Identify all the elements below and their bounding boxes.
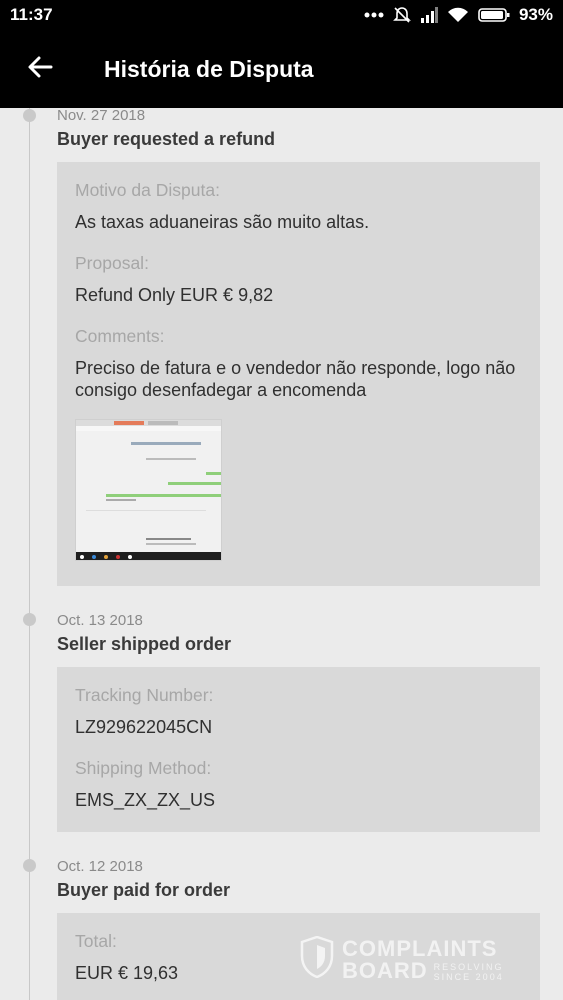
- field-label: Shipping Method:: [75, 758, 212, 778]
- field-value: LZ929622045CN: [75, 717, 213, 737]
- event-date: Nov. 27 2018: [57, 108, 146, 124]
- event-date: Oct. 12 2018: [57, 858, 143, 875]
- back-button[interactable]: [0, 30, 80, 108]
- dispute-history-list[interactable]: Nov. 27 2018 Buyer requested a refund Mo…: [0, 108, 563, 1000]
- event-date: Oct. 13 2018: [57, 612, 143, 629]
- field-label: Proposal:: [75, 253, 149, 273]
- arrow-back-icon: [27, 55, 53, 84]
- attachment-thumbnail[interactable]: [75, 419, 222, 561]
- more-dots-icon: [364, 12, 384, 18]
- field-value: As taxas aduaneiras são muito altas.: [75, 212, 370, 232]
- app-bar: História de Disputa: [0, 30, 563, 108]
- field-value: EMS_ZX_ZX_US: [75, 790, 216, 810]
- battery-icon: [478, 7, 510, 23]
- field-value: Preciso de fatura e o vendedor não respo…: [75, 358, 516, 400]
- event-title: Buyer paid for order: [57, 880, 231, 900]
- screenshot-image-icon: [76, 420, 221, 560]
- mute-bell-icon: [393, 6, 411, 24]
- event-card: Tracking Number: LZ929622045CN Shipping …: [57, 667, 540, 832]
- timeline-dot: [23, 859, 36, 872]
- field-value: Refund Only EUR € 9,82: [75, 285, 274, 305]
- field-label: Motivo da Disputa:: [75, 180, 220, 200]
- status-icons: 93%: [364, 5, 553, 25]
- watermark-tag1: RESOLVING: [433, 961, 504, 972]
- status-bar: 11:37 93%: [0, 0, 563, 30]
- event-title: Seller shipped order: [57, 634, 232, 654]
- wifi-icon: [447, 7, 469, 23]
- signal-icon: [420, 7, 438, 23]
- field-label: Tracking Number:: [75, 685, 214, 705]
- shield-logo-icon: [300, 935, 334, 983]
- watermark-line1: COMPLAINTS: [342, 935, 498, 961]
- complaints-board-watermark: COMPLAINTS BOARD RESOLVING SINCE 2004: [300, 935, 504, 983]
- battery-percent: 93%: [518, 5, 553, 24]
- status-time: 11:37: [10, 5, 53, 24]
- field-label: Comments:: [75, 326, 165, 346]
- event-title: Buyer requested a refund: [57, 129, 276, 149]
- watermark-line2: BOARD: [342, 957, 428, 983]
- watermark-tag2: SINCE 2004: [433, 971, 504, 982]
- event-card: Motivo da Disputa: As taxas aduaneiras s…: [57, 162, 540, 586]
- timeline-dot: [23, 613, 36, 626]
- page-title: História de Disputa: [104, 55, 314, 82]
- timeline-dot: [23, 109, 36, 122]
